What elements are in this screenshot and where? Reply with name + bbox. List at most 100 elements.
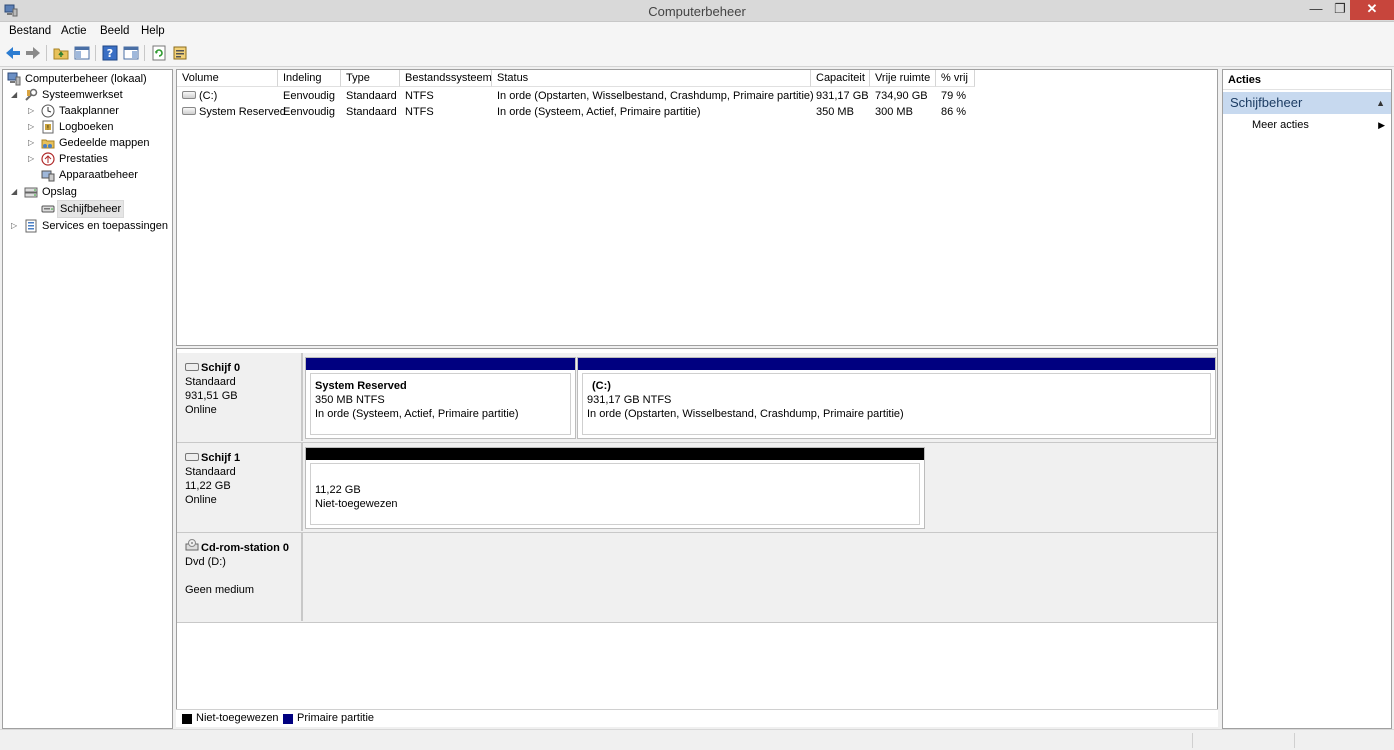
partition-c[interactable]: (C:) 931,17 GB NTFS In orde (Opstarten, … xyxy=(577,357,1216,439)
toolbar: ? xyxy=(0,41,1394,67)
forward-icon[interactable] xyxy=(24,44,42,62)
tree-item-label: Gedeelde mappen xyxy=(59,137,150,149)
status-separator xyxy=(1294,733,1295,748)
properties-icon[interactable] xyxy=(171,44,189,62)
menu-beeld[interactable]: Beeld xyxy=(100,25,129,37)
legend: Niet-toegewezen Primaire partitie xyxy=(176,709,1218,727)
disk-info-1[interactable]: Schijf 1 Standaard 11,22 GB Online xyxy=(177,443,303,531)
tree-item-label: Systeemwerkset xyxy=(42,89,123,101)
tree-item-label: Opslag xyxy=(42,186,77,198)
toolbar-separator xyxy=(95,45,96,61)
partition-size: 11,22 GB xyxy=(315,484,361,496)
disk-map: Schijf 0 Standaard 931,51 GB Online Syst… xyxy=(176,348,1218,727)
expand-arrow-icon[interactable]: ▷ xyxy=(28,135,38,151)
column-header-volume[interactable]: Volume xyxy=(177,70,278,87)
actions-section-schijfbeheer[interactable]: Schijfbeheer ▲ xyxy=(1223,92,1391,114)
disk-row-1: Schijf 1 Standaard 11,22 GB Online 11,22… xyxy=(177,443,1217,533)
help-icon[interactable]: ? xyxy=(101,44,119,62)
disk-row-cdrom: Cd-rom-station 0 Dvd (D:) Geen medium xyxy=(177,533,1217,623)
svg-text:?: ? xyxy=(107,47,113,60)
disk-name: Schijf 1 xyxy=(201,452,241,464)
expand-arrow-icon[interactable]: ▷ xyxy=(28,119,38,135)
disk-type: Dvd (D:) xyxy=(185,556,226,568)
tree-item-label: Logboeken xyxy=(59,121,114,133)
volume-name: (C:) xyxy=(199,90,218,102)
clock-icon xyxy=(41,104,55,118)
column-header-indeling[interactable]: Indeling xyxy=(278,70,341,87)
layout-cell: Eenvoudig xyxy=(283,90,335,102)
drive-icon xyxy=(182,107,196,116)
services-icon xyxy=(24,219,38,233)
actions-header: Acties xyxy=(1223,70,1391,90)
disk-info-cdrom[interactable]: Cd-rom-station 0 Dvd (D:) Geen medium xyxy=(177,533,303,621)
volume-cell: (C:) xyxy=(177,88,217,104)
expand-arrow-icon[interactable]: ▷ xyxy=(11,218,21,234)
cd-drive-icon xyxy=(185,538,199,555)
device-manager-icon xyxy=(41,168,55,182)
disk-size: 11,22 GB xyxy=(185,480,231,492)
column-header-status[interactable]: Status xyxy=(492,70,811,87)
window-title: Computerbeheer xyxy=(648,4,746,19)
column-header-vrije-ruimte[interactable]: Vrije ruimte xyxy=(870,70,936,87)
pct-free-cell: 79 % xyxy=(941,90,967,102)
disk-state: Online xyxy=(185,494,217,506)
disk-size xyxy=(185,569,301,583)
layout-cell: Eenvoudig xyxy=(283,106,335,118)
computer-management-icon xyxy=(7,72,21,86)
status-bar xyxy=(0,729,1394,750)
disk-type: Standaard xyxy=(185,376,236,388)
capacity-cell: 350 MB xyxy=(816,106,854,118)
disk-state: Geen medium xyxy=(185,584,255,596)
show-hide-action-pane-icon[interactable] xyxy=(122,44,140,62)
refresh-icon[interactable] xyxy=(150,44,168,62)
back-icon[interactable] xyxy=(4,44,22,62)
volume-cell: System Reserved xyxy=(177,104,286,120)
table-row[interactable]: System Reserved Eenvoudig Standaard NTFS… xyxy=(177,104,1217,120)
actions-section-label: Schijfbeheer xyxy=(1230,95,1303,110)
disk-state: Online xyxy=(185,404,217,416)
expand-arrow-icon[interactable]: ▷ xyxy=(28,151,38,167)
primary-partition-bar xyxy=(306,358,575,370)
more-actions-item[interactable]: Meer acties ▶ xyxy=(1223,116,1391,134)
menu-help[interactable]: Help xyxy=(141,25,165,37)
up-folder-icon[interactable] xyxy=(52,44,70,62)
drive-icon xyxy=(182,91,196,100)
tree-item-label: Taakplanner xyxy=(59,105,119,117)
tree-item-label: Prestaties xyxy=(59,153,108,165)
disk-info-0[interactable]: Schijf 0 Standaard 931,51 GB Online xyxy=(177,353,303,441)
title-bar: Computerbeheer — ❐ ✕ xyxy=(0,0,1394,22)
tree-item-label: Services en toepassingen xyxy=(42,220,168,232)
legend-swatch-unallocated xyxy=(182,714,192,724)
console-tree: Computerbeheer (lokaal) ◢ Systeemwerkset… xyxy=(2,69,173,729)
partition-size: 931,17 GB NTFS xyxy=(587,394,672,406)
legend-swatch-primary xyxy=(283,714,293,724)
expand-arrow-icon[interactable]: ▷ xyxy=(28,103,38,119)
legend-label-primary: Primaire partitie xyxy=(297,712,375,724)
partition-unallocated[interactable]: 11,22 GB Niet-toegewezen xyxy=(305,447,925,529)
partition-body: (C:) 931,17 GB NTFS In orde (Opstarten, … xyxy=(582,373,1211,435)
collapse-arrow-icon[interactable]: ◢ xyxy=(11,87,21,103)
filesystem-cell: NTFS xyxy=(405,90,434,102)
hard-disk-icon xyxy=(185,362,199,371)
show-hide-tree-icon[interactable] xyxy=(73,44,91,62)
column-header-pct-vrij[interactable]: % vrij xyxy=(936,70,975,87)
disk-name: Schijf 0 xyxy=(201,362,241,374)
menu-actie[interactable]: Actie xyxy=(61,25,87,37)
table-row[interactable]: (C:) Eenvoudig Standaard NTFS In orde (O… xyxy=(177,88,1217,104)
column-header-type[interactable]: Type xyxy=(341,70,400,87)
legend-label-unallocated: Niet-toegewezen xyxy=(196,712,279,724)
collapse-up-icon[interactable]: ▲ xyxy=(1376,92,1385,114)
column-header-bestandssysteem[interactable]: Bestandssysteem xyxy=(400,70,492,87)
partition-system-reserved[interactable]: System Reserved 350 MB NTFS In orde (Sys… xyxy=(305,357,576,439)
free-space-cell: 734,90 GB xyxy=(875,90,928,102)
partition-name xyxy=(315,469,919,483)
close-button[interactable]: ✕ xyxy=(1350,0,1394,20)
type-cell: Standaard xyxy=(346,90,397,102)
collapse-arrow-icon[interactable]: ◢ xyxy=(11,184,21,200)
tree-item-label: Schijfbeheer xyxy=(57,200,125,218)
event-viewer-icon: ! xyxy=(41,120,55,134)
menu-bestand[interactable]: Bestand xyxy=(9,25,51,37)
tree-item-label: Computerbeheer (lokaal) xyxy=(25,73,147,85)
column-header-capaciteit[interactable]: Capaciteit xyxy=(811,70,870,87)
submenu-arrow-icon: ▶ xyxy=(1378,120,1385,130)
